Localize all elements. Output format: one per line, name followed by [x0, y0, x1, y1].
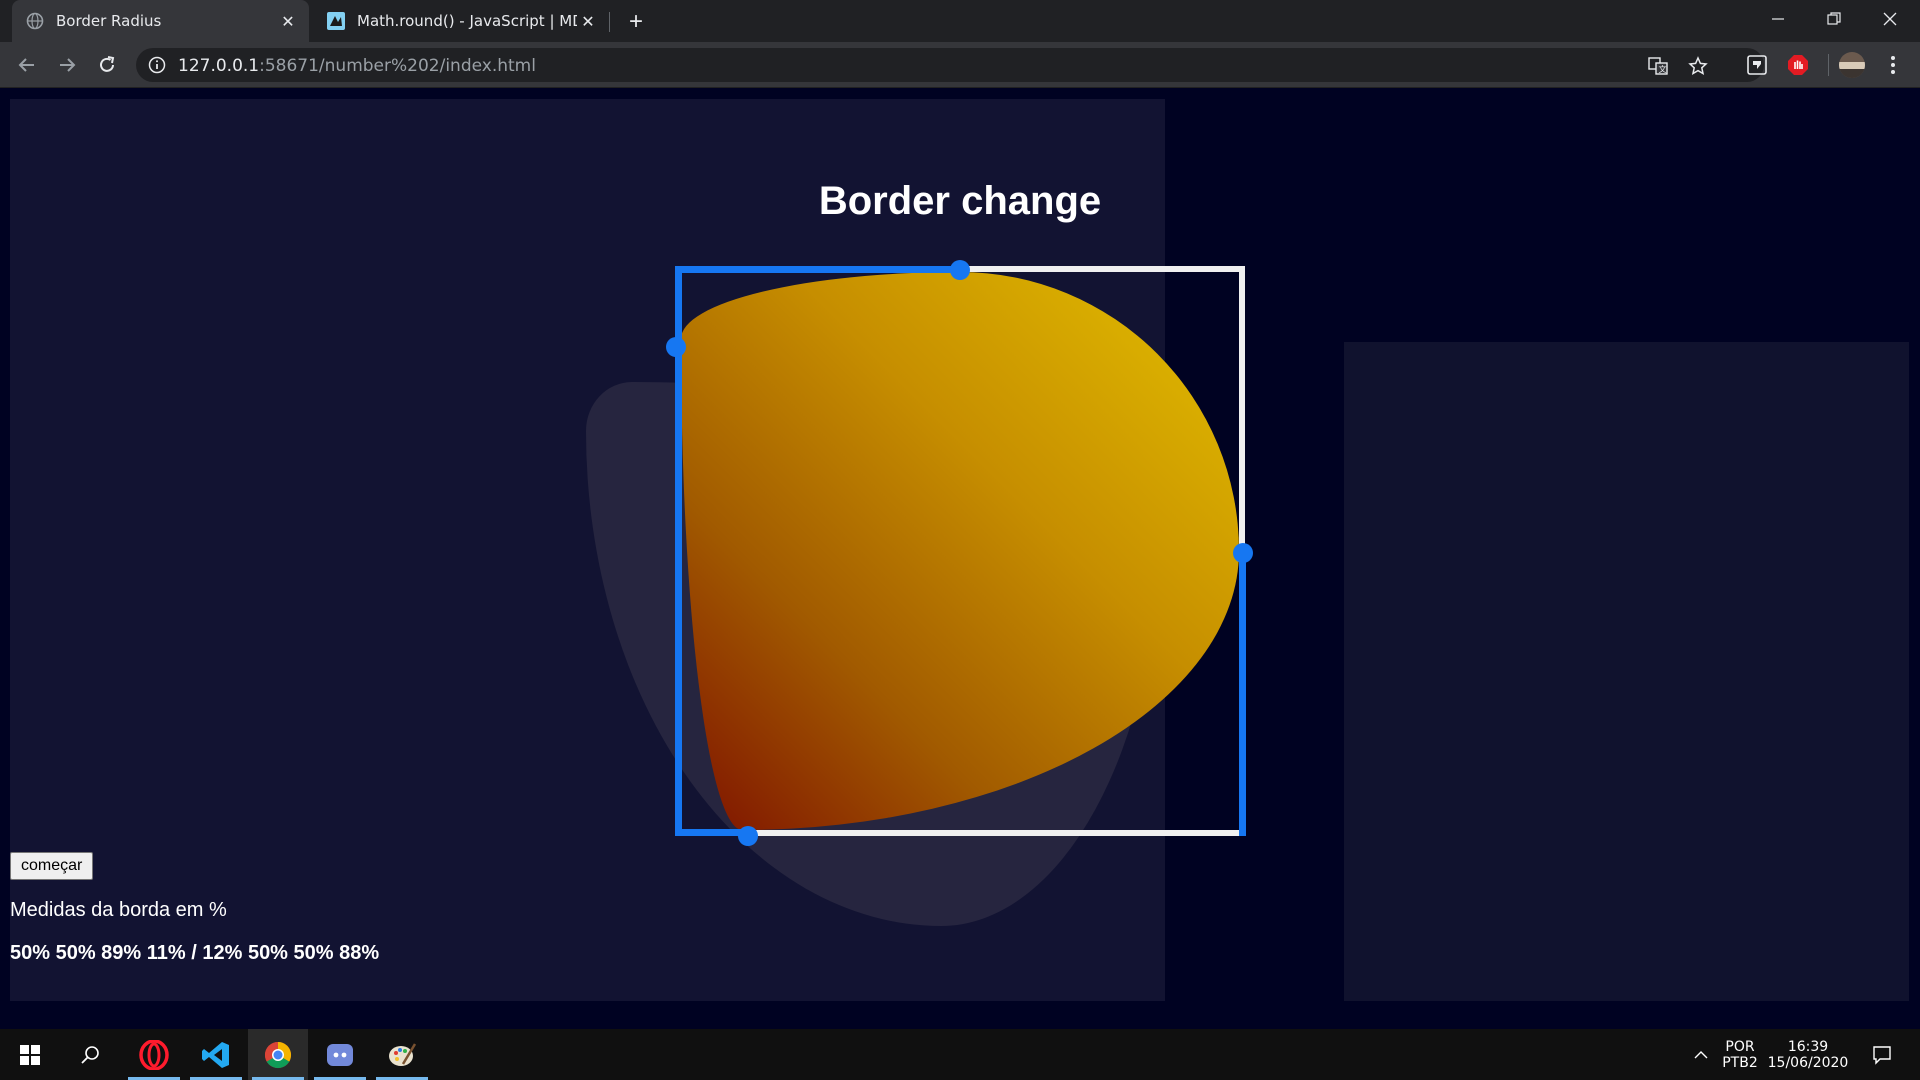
- chevron-up-icon[interactable]: [1688, 1029, 1714, 1080]
- right-handle[interactable]: [1233, 543, 1253, 563]
- address-bar[interactable]: 127.0.0.1:58671/number%202/index.html 文: [136, 48, 1764, 82]
- forward-arrow-icon[interactable]: [52, 50, 82, 80]
- left-handle[interactable]: [666, 337, 686, 357]
- mdn-favicon-icon: [327, 12, 345, 30]
- language-code: POR: [1725, 1038, 1755, 1055]
- back-arrow-icon[interactable]: [12, 50, 42, 80]
- browser-tabstrip: Border Radius ✕ Math.round() - JavaScrip…: [0, 0, 1920, 42]
- tab-mdn-math-round[interactable]: Math.round() - JavaScript | MDN ✕: [313, 0, 609, 42]
- svg-text:文: 文: [1659, 64, 1667, 74]
- notifications-icon[interactable]: [1862, 1029, 1902, 1080]
- tab-close-icon[interactable]: ✕: [277, 10, 299, 32]
- start-button[interactable]: começar: [10, 852, 94, 880]
- reload-icon[interactable]: [92, 50, 122, 80]
- tab-close-icon[interactable]: ✕: [577, 10, 599, 32]
- url-text: 127.0.0.1:58671/number%202/index.html: [178, 56, 536, 76]
- clock-date: 15/06/2020: [1767, 1054, 1849, 1071]
- tab-border-radius[interactable]: Border Radius ✕: [12, 0, 309, 42]
- vscode-icon[interactable]: [186, 1029, 246, 1080]
- paint-icon[interactable]: [372, 1029, 432, 1080]
- discord-icon[interactable]: [310, 1029, 370, 1080]
- language-indicator[interactable]: POR PTB2: [1720, 1029, 1760, 1080]
- opera-icon[interactable]: [124, 1029, 184, 1080]
- bottom-handle[interactable]: [738, 826, 758, 846]
- search-icon[interactable]: [60, 1029, 120, 1080]
- extension-sticky-icon[interactable]: [1744, 52, 1770, 78]
- star-bookmark-icon[interactable]: [1688, 56, 1708, 76]
- taskbar: POR PTB2 16:39 15/06/2020: [0, 1029, 1920, 1080]
- restore-icon[interactable]: [1806, 0, 1862, 38]
- page-title: Border change: [818, 179, 1102, 223]
- new-tab-button[interactable]: +: [622, 8, 650, 36]
- minimize-icon[interactable]: [1750, 0, 1806, 38]
- measure-label: Medidas da borda em %: [10, 899, 227, 921]
- top-handle[interactable]: [950, 260, 970, 280]
- windows-start-icon[interactable]: [0, 1029, 60, 1080]
- tab-title: Math.round() - JavaScript | MDN: [357, 12, 577, 30]
- translate-icon[interactable]: 文: [1648, 56, 1668, 76]
- page-viewport: Border change começar Medidas da borda e…: [0, 89, 1920, 1029]
- info-icon[interactable]: [148, 56, 166, 74]
- border-radius-value: 50% 50% 89% 11% / 12% 50% 50% 88%: [10, 942, 380, 964]
- right-edge-highlight: [1239, 553, 1246, 836]
- clock[interactable]: 16:39 15/06/2020: [1766, 1029, 1850, 1080]
- globe-icon: [26, 12, 44, 30]
- browser-toolbar: 127.0.0.1:58671/number%202/index.html 文: [0, 42, 1920, 88]
- toolbar-divider: [1826, 52, 1830, 78]
- tab-title: Border Radius: [56, 12, 162, 30]
- menu-kebab-icon[interactable]: [1880, 52, 1906, 78]
- top-edge-highlight: [675, 266, 960, 273]
- close-window-icon[interactable]: [1862, 0, 1918, 38]
- clock-time: 16:39: [1787, 1038, 1829, 1055]
- chrome-icon[interactable]: [248, 1029, 308, 1080]
- adblock-extension-icon[interactable]: [1785, 52, 1811, 78]
- avatar[interactable]: [1839, 52, 1865, 78]
- keyboard-layout: PTB2: [1722, 1054, 1758, 1071]
- tab-separator: [609, 12, 610, 32]
- right-panel: [1344, 342, 1909, 1001]
